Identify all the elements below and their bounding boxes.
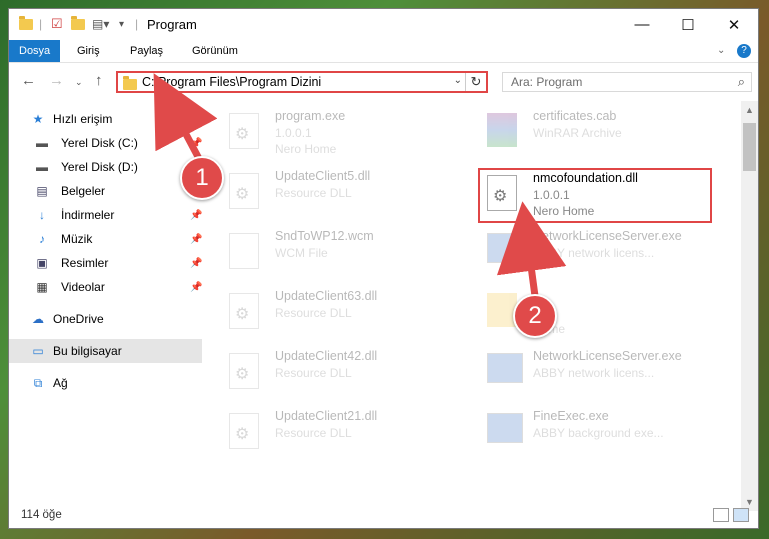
annotation-arrows <box>153 73 567 297</box>
arrow-to-dll-file <box>496 201 567 297</box>
step-2-badge: 2 <box>513 294 557 338</box>
step-1-badge: 1 <box>180 156 224 200</box>
